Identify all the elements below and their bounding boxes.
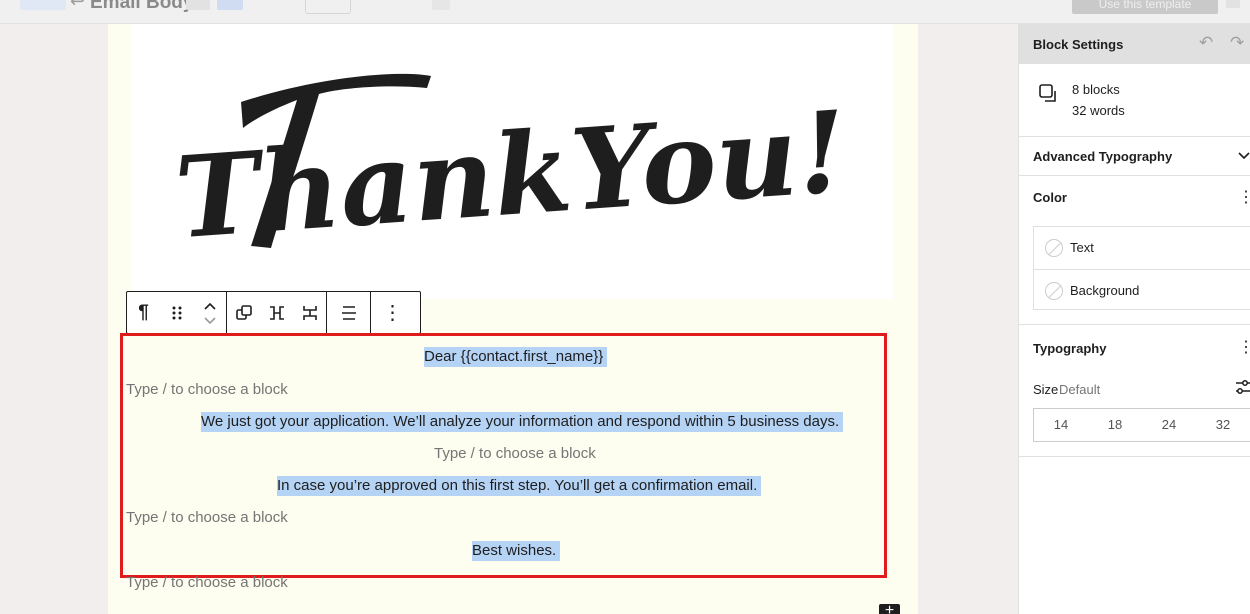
words-count: 32 words [1072,103,1125,118]
toolbar-group-align [327,292,371,333]
horizontal-spacing-icon[interactable] [260,292,293,333]
sidebar-header: Block Settings ↶ ↷ [1019,24,1250,64]
block-count-panel: 8 blocks 32 words [1019,68,1250,134]
drag-handle-icon[interactable] [160,292,193,333]
header-chip-outline[interactable] [305,0,351,14]
add-block-button[interactable]: + [879,604,900,614]
confirmation-paragraph[interactable]: In case you’re approved on this first st… [277,475,762,497]
blocks-count: 8 blocks [1072,82,1120,97]
vertical-spacing-icon[interactable] [293,292,326,333]
divider [1019,324,1250,325]
blocks-icon [1039,84,1056,102]
size-label: Size [1033,382,1059,397]
empty-block-placeholder[interactable]: Type / to choose a block [434,443,596,465]
typography-menu-icon[interactable]: ⋮ [1238,337,1250,357]
greeting-text: Dear {{contact.first_name}} [424,347,608,367]
greeting-paragraph[interactable]: Dear {{contact.first_name}} [424,346,608,368]
size-value: Default [1059,382,1101,397]
application-paragraph[interactable]: We just got your application. We’ll anal… [201,411,844,433]
advanced-typography-panel[interactable]: Advanced Typography [1019,136,1250,176]
more-options-icon[interactable]: ⋮ [371,292,414,333]
block-settings-sidebar: Block Settings ↶ ↷ 8 blocks 32 words Adv… [1018,24,1250,614]
app-logo[interactable] [20,0,66,10]
font-size-option[interactable]: 18 [1088,409,1142,441]
header-chip-active[interactable] [217,0,243,10]
top-bar: ↩ Email Body Use this template [0,0,1250,24]
color-options: Text Background [1033,226,1250,310]
save-template-button[interactable]: Use this template [1072,0,1218,14]
header-chip-small[interactable] [432,0,450,10]
divider [1019,456,1250,457]
background-color-swatch [1045,282,1063,300]
application-text: We just got your application. We’ll anal… [201,412,844,432]
text-color-option[interactable]: Text [1034,227,1250,269]
thank-you-image[interactable]: ThankYou! [131,24,893,299]
thank-you-graphic: ThankYou! [171,73,851,265]
header-options[interactable] [1226,0,1240,8]
background-color-label: Background [1070,283,1140,298]
text-color-swatch [1045,239,1063,257]
page-title: Email Body [90,0,194,13]
typography-title: Typography [1033,341,1107,356]
duplicate-icon[interactable] [227,292,260,333]
paragraph-icon[interactable]: ¶ [127,292,160,333]
align-center-icon[interactable] [327,292,370,333]
toolbar-group-transform: ¶ [127,292,227,333]
move-up-down-icon[interactable] [193,292,226,333]
back-arrow-icon[interactable]: ↩ [70,0,85,12]
redo-icon[interactable]: ↷ [1230,33,1244,53]
empty-block-placeholder[interactable]: Type / to choose a block [126,507,288,529]
sidebar-title: Block Settings [1033,37,1124,52]
toolbar-group-layout [227,292,327,333]
closing-text: Best wishes. [472,541,561,561]
confirmation-text: In case you’re approved on this first st… [277,476,762,496]
empty-block-placeholder[interactable]: Type / to choose a block [126,379,288,401]
font-size-option[interactable]: 14 [1034,409,1088,441]
thank-you-text: ThankYou! [171,87,850,265]
color-menu-icon[interactable]: ⋮ [1238,187,1250,207]
header-chip[interactable] [186,0,210,10]
font-size-option[interactable]: 32 [1196,409,1250,441]
color-title: Color [1033,190,1067,205]
advanced-typography-title: Advanced Typography [1033,149,1173,164]
font-size-picker: 14 18 24 32 [1033,408,1250,442]
custom-size-icon[interactable] [1235,378,1250,396]
text-color-label: Text [1070,240,1094,255]
chevron-down-icon [1238,152,1250,160]
empty-block-placeholder[interactable]: Type / to choose a block [126,572,288,594]
undo-icon[interactable]: ↶ [1199,33,1213,53]
toolbar-group-more: ⋮ [371,292,414,333]
background-color-option[interactable]: Background [1034,269,1250,311]
closing-paragraph[interactable]: Best wishes. [472,540,561,562]
block-toolbar: ¶ ⋮ [126,291,421,334]
font-size-option[interactable]: 24 [1142,409,1196,441]
